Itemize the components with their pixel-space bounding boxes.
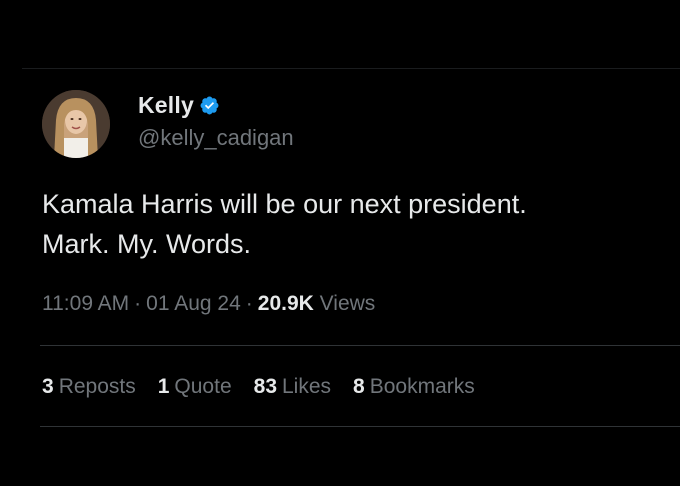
quotes-count: 1: [157, 375, 170, 398]
views-label: Views: [319, 292, 376, 315]
tweet-meta: 11:09 AM · 01 Aug 24 · 20.9K Views: [42, 292, 375, 316]
display-name-row: Kelly: [138, 92, 294, 119]
reposts-stat[interactable]: 3 Reposts: [42, 375, 136, 399]
bookmarks-count: 8: [353, 375, 365, 398]
views-count: 20.9K: [257, 292, 314, 315]
likes-count: 83: [253, 375, 277, 398]
divider: [40, 426, 680, 427]
display-name[interactable]: Kelly: [138, 92, 194, 119]
tweet-text: Kamala Harris will be our next president…: [42, 184, 672, 264]
meta-separator: ·: [134, 292, 142, 315]
meta-separator: ·: [245, 292, 253, 315]
timestamp-date[interactable]: 01 Aug 24: [146, 292, 241, 315]
bookmarks-label: Bookmarks: [369, 375, 475, 398]
reposts-count: 3: [42, 375, 54, 398]
tweet-text-line-2: Mark. My. Words.: [42, 229, 252, 259]
author-names: Kelly @kelly_cadigan: [138, 92, 294, 151]
avatar-image: [42, 90, 110, 158]
handle[interactable]: @kelly_cadigan: [138, 125, 294, 151]
reposts-label: Reposts: [58, 375, 136, 398]
quotes-stat[interactable]: 1 Quote: [158, 375, 232, 399]
tweet-text-line-1: Kamala Harris will be our next president…: [42, 189, 527, 219]
avatar[interactable]: [42, 90, 110, 158]
timestamp-time[interactable]: 11:09 AM: [42, 292, 129, 315]
likes-label: Likes: [282, 375, 332, 398]
likes-stat[interactable]: 83 Likes: [254, 375, 331, 399]
tweet-header: Kelly @kelly_cadigan: [42, 90, 294, 158]
bookmarks-stat[interactable]: 8 Bookmarks: [353, 375, 475, 399]
divider: [40, 345, 680, 346]
quotes-label: Quote: [174, 375, 232, 398]
engagement-stats: 3 Reposts 1 Quote 83 Likes 8 Bookmarks: [42, 375, 497, 399]
verified-badge-icon[interactable]: [199, 95, 220, 116]
top-divider: [22, 68, 680, 69]
